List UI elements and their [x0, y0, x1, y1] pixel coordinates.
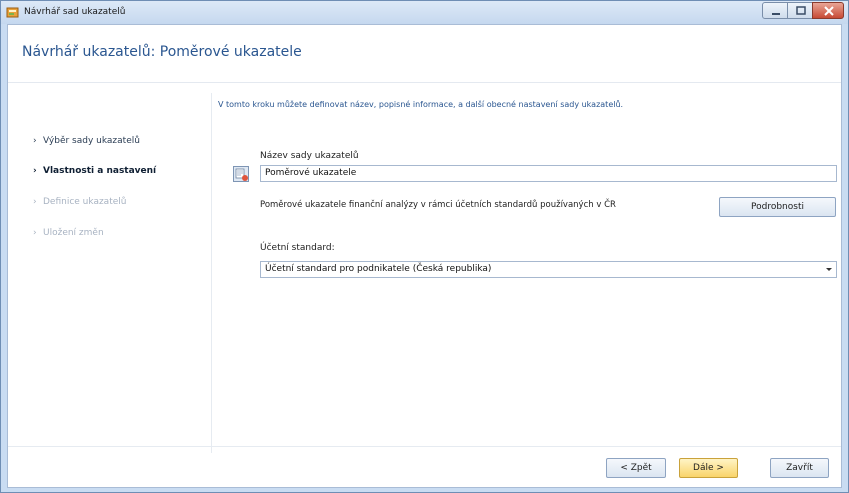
minimize-button[interactable] — [762, 2, 788, 19]
sidebar-divider — [211, 93, 212, 453]
step-label: Výběr sady ukazatelů — [43, 136, 140, 146]
step-definitions: › Definice ukazatelů — [33, 197, 126, 207]
steps-sidebar: › Výběr sady ukazatelů › Vlastnosti a nast… — [8, 83, 211, 445]
step-label: Uložení změn — [43, 228, 104, 238]
step-select-set[interactable]: › Výběr sady ukazatelů — [33, 136, 140, 146]
name-label: Název sady ukazatelů — [260, 151, 359, 161]
step-bullet: › — [33, 228, 37, 238]
step-bullet: › — [33, 136, 37, 146]
step-properties[interactable]: › Vlastnosti a nastavení — [33, 166, 156, 176]
step-intro-text: V tomto kroku můžete definovat název, po… — [218, 100, 624, 109]
step-bullet: › — [33, 166, 37, 176]
close-icon — [824, 6, 834, 16]
maximize-button[interactable] — [787, 2, 813, 19]
window-title: Návrhář sad ukazatelů — [24, 7, 126, 17]
footer-divider — [8, 446, 841, 447]
wizard-window: Návrhář sad ukazatelů Návrhář ukazatelů:… — [0, 0, 849, 493]
wizard-header: Návrhář ukazatelů: Poměrové ukazatele — [8, 25, 841, 83]
close-window-button[interactable] — [812, 2, 844, 19]
step-label: Vlastnosti a nastavení — [43, 166, 157, 176]
set-name-input[interactable]: Poměrové ukazatele — [260, 165, 837, 182]
details-button[interactable]: Podrobnosti — [719, 197, 836, 217]
step-bullet: › — [33, 197, 37, 207]
set-description: Poměrové ukazatele finanční analýzy v rá… — [260, 200, 616, 210]
minimize-icon — [772, 13, 780, 15]
edit-name-icon — [233, 166, 249, 182]
page-title: Návrhář ukazatelů: Poměrové ukazatele — [22, 44, 302, 60]
step-save: › Uložení změn — [33, 228, 104, 238]
app-icon — [6, 7, 19, 18]
step-label: Definice ukazatelů — [43, 197, 127, 207]
standard-selected-value: Účetní standard pro podnikatele (Česká r… — [265, 264, 492, 274]
title-bar[interactable]: Návrhář sad ukazatelů — [1, 1, 848, 24]
accounting-standard-select[interactable]: Účetní standard pro podnikatele (Česká r… — [260, 261, 837, 278]
back-button[interactable]: < Zpět — [606, 458, 666, 478]
chevron-down-icon[interactable] — [826, 268, 832, 271]
standard-label: Účetní standard: — [260, 243, 335, 253]
wizard-client-area: Návrhář ukazatelů: Poměrové ukazatele › V… — [7, 24, 842, 488]
close-button[interactable]: Zavřít — [770, 458, 829, 478]
maximize-icon — [796, 6, 806, 15]
next-button[interactable]: Dále > — [679, 458, 738, 478]
